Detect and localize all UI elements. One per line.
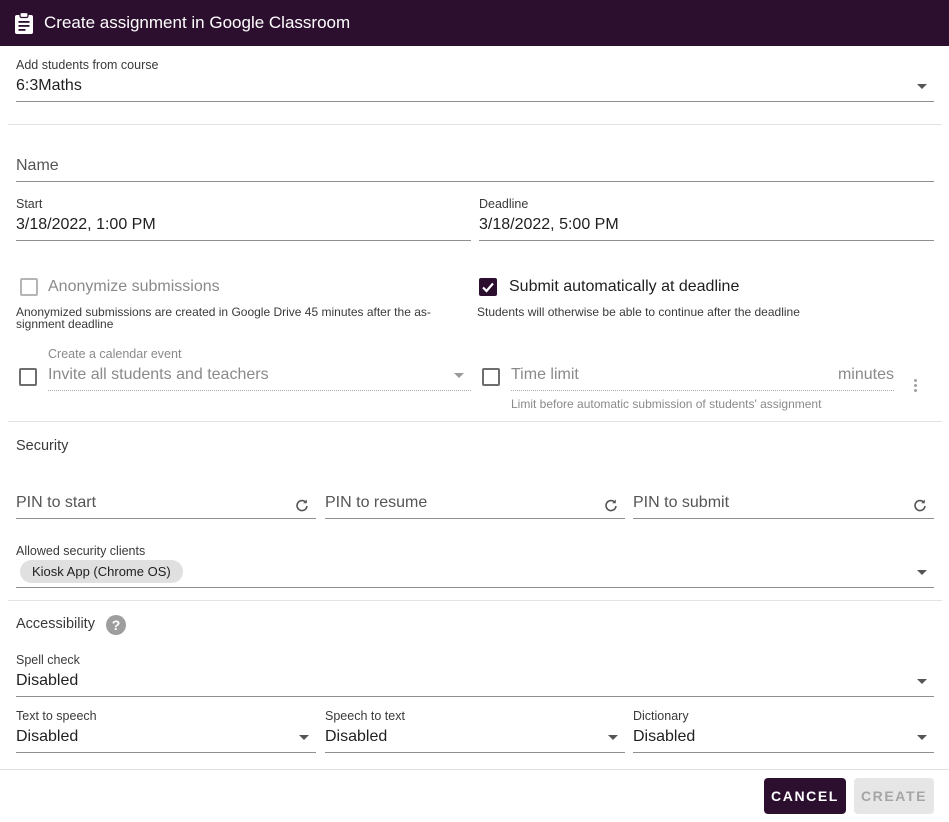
divider — [8, 600, 942, 601]
spell-check-label: Spell check — [16, 653, 80, 667]
pin-submit-placeholder: PIN to submit — [633, 494, 730, 511]
time-limit-field[interactable]: Time limit minutes — [511, 366, 894, 392]
divider — [8, 124, 942, 125]
security-clients-select[interactable]: Allowed security clients Kiosk App (Chro… — [16, 544, 934, 589]
chevron-down-icon — [454, 373, 464, 378]
start-underline — [16, 240, 471, 241]
time-limit-suffix: minutes — [837, 366, 894, 383]
name-placeholder: Name — [16, 157, 59, 174]
chevron-down-icon — [299, 735, 309, 740]
refresh-icon[interactable] — [295, 498, 309, 512]
anonymize-help-2: signment deadline — [16, 317, 114, 331]
calendar-select[interactable]: Create a calendar event Invite all stude… — [48, 347, 471, 392]
chevron-down-icon — [917, 735, 927, 740]
start-value: 3/18/2022, 1:00 PM — [16, 216, 156, 233]
deadline-label: Deadline — [479, 197, 529, 211]
dialog-header: Create assignment in Google Classroom — [0, 0, 949, 46]
refresh-icon[interactable] — [913, 498, 927, 512]
text-to-speech-value: Disabled — [16, 728, 79, 745]
deadline-field[interactable]: Deadline 3/18/2022, 5:00 PM — [479, 197, 934, 242]
security-heading: Security — [16, 438, 69, 454]
dictionary-label: Dictionary — [633, 709, 689, 723]
pin-start-field[interactable]: PIN to start — [16, 492, 316, 519]
name-field[interactable]: Name — [16, 155, 934, 182]
text-to-speech-underline — [16, 752, 316, 753]
pin-submit-field[interactable]: PIN to submit — [633, 492, 934, 519]
more-vert-icon[interactable] — [914, 377, 917, 394]
time-limit-help: Limit before automatic submission of stu… — [511, 397, 822, 411]
pin-submit-underline — [633, 518, 934, 519]
deadline-underline — [479, 240, 934, 241]
start-label: Start — [16, 197, 43, 211]
text-to-speech-select[interactable]: Text to speech Disabled — [16, 709, 316, 754]
spell-check-value: Disabled — [16, 672, 79, 689]
start-field[interactable]: Start 3/18/2022, 1:00 PM — [16, 197, 471, 242]
time-limit-checkbox[interactable] — [482, 368, 500, 386]
help-icon[interactable]: ? — [106, 615, 126, 635]
course-label: Add students from course — [16, 58, 159, 72]
footer-divider — [0, 769, 949, 770]
time-limit-placeholder: Time limit — [511, 366, 579, 383]
pin-resume-field[interactable]: PIN to resume — [325, 492, 625, 519]
chevron-down-icon — [917, 570, 927, 575]
calendar-value: Invite all students and teachers — [48, 366, 269, 383]
pin-start-placeholder: PIN to start — [16, 494, 97, 511]
security-clients-underline — [16, 587, 934, 588]
security-client-chip[interactable]: Kiosk App (Chrome OS) — [20, 560, 183, 583]
spell-check-select[interactable]: Spell check Disabled — [16, 653, 934, 698]
spell-check-underline — [16, 696, 934, 697]
name-underline — [16, 181, 934, 182]
refresh-icon[interactable] — [604, 498, 618, 512]
chevron-down-icon — [608, 735, 618, 740]
dialog-title: Create assignment in Google Classroom — [44, 13, 351, 32]
calendar-label: Create a calendar event — [48, 347, 182, 361]
divider — [8, 421, 942, 422]
chevron-down-icon — [917, 84, 927, 89]
auto-submit-label: Submit automatically at deadline — [509, 278, 740, 295]
pin-resume-placeholder: PIN to resume — [325, 494, 428, 511]
pin-resume-underline — [325, 518, 625, 519]
time-limit-underline — [511, 390, 894, 391]
anonymize-label: Anonymize submissions — [48, 278, 220, 295]
auto-submit-help: Students will otherwise be able to conti… — [477, 305, 800, 319]
dictionary-underline — [633, 752, 934, 753]
check-icon — [482, 282, 494, 293]
accessibility-heading: Accessibility — [16, 616, 95, 632]
speech-to-text-underline — [325, 752, 625, 753]
create-button[interactable]: CREATE — [854, 778, 934, 814]
auto-submit-checkbox[interactable] — [479, 278, 497, 296]
speech-to-text-select[interactable]: Speech to text Disabled — [325, 709, 625, 754]
security-clients-label: Allowed security clients — [16, 544, 146, 558]
speech-to-text-value: Disabled — [325, 728, 388, 745]
dictionary-select[interactable]: Dictionary Disabled — [633, 709, 934, 754]
course-underline — [16, 101, 934, 102]
clipboard-icon — [15, 12, 33, 34]
course-select[interactable]: Add students from course 6:3Maths — [16, 58, 934, 103]
cancel-button[interactable]: CANCEL — [764, 778, 846, 814]
calendar-underline — [48, 390, 471, 391]
pin-start-underline — [16, 518, 316, 519]
dictionary-value: Disabled — [633, 728, 696, 745]
course-value: 6:3Maths — [16, 77, 82, 94]
deadline-value: 3/18/2022, 5:00 PM — [479, 216, 619, 233]
calendar-checkbox[interactable] — [19, 368, 37, 386]
text-to-speech-label: Text to speech — [16, 709, 97, 723]
anonymize-checkbox[interactable] — [20, 278, 38, 296]
speech-to-text-label: Speech to text — [325, 709, 405, 723]
chevron-down-icon — [917, 679, 927, 684]
